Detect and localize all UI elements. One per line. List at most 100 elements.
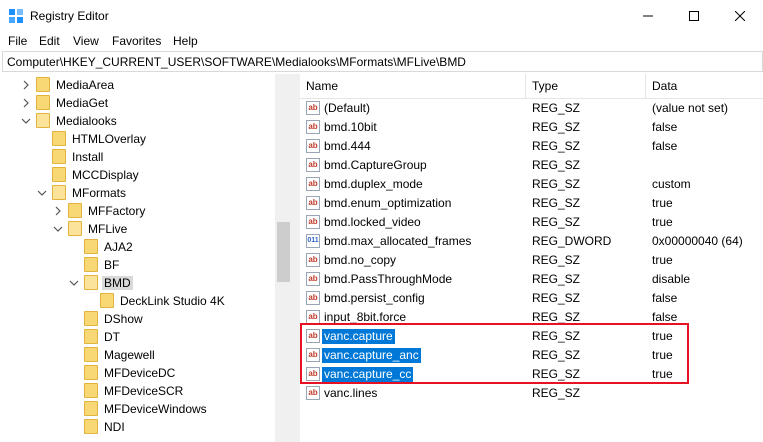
menu-edit[interactable]: Edit xyxy=(38,33,61,49)
menu-help[interactable]: Help xyxy=(172,33,199,49)
value-name: vanc.lines xyxy=(324,386,378,400)
value-type: REG_SZ xyxy=(532,101,581,115)
chevron-down-icon[interactable] xyxy=(52,223,64,235)
tree-item[interactable]: MFDeviceWindows xyxy=(0,400,275,418)
folder-icon xyxy=(52,167,66,182)
tree-item[interactable]: Magewell xyxy=(0,346,275,364)
tree-item[interactable]: MFFactory xyxy=(0,202,275,220)
folder-icon xyxy=(68,221,82,236)
value-row[interactable]: ab bmd.duplex_mode REG_SZ custom xyxy=(300,175,763,194)
column-type-label: Type xyxy=(532,79,559,93)
string-value-icon: ab xyxy=(306,215,320,229)
tree-item-label: Medialooks xyxy=(56,114,117,128)
close-button[interactable] xyxy=(717,0,763,31)
value-name: bmd.duplex_mode xyxy=(324,177,423,191)
value-type: REG_SZ xyxy=(532,291,581,305)
tree-item[interactable]: MFDeviceDC xyxy=(0,364,275,382)
tree-item-label: MFLive xyxy=(88,222,128,236)
chevron-right-icon[interactable] xyxy=(20,79,32,91)
folder-icon xyxy=(52,185,66,200)
tree-item[interactable]: MCCDisplay xyxy=(0,166,275,184)
menu-view[interactable]: View xyxy=(72,33,100,49)
chevron-down-icon[interactable] xyxy=(20,115,32,127)
tree-item[interactable]: MFLive xyxy=(0,220,275,238)
scrollbar-thumb[interactable] xyxy=(277,222,290,282)
tree-item[interactable]: MFormats xyxy=(0,184,275,202)
chevron-down-icon[interactable] xyxy=(36,187,48,199)
string-value-icon: ab xyxy=(306,253,320,267)
tree-item[interactable]: MediaGet xyxy=(0,94,275,112)
registry-editor-app-icon xyxy=(9,9,23,23)
tree-item[interactable]: DT xyxy=(0,328,275,346)
title-bar[interactable]: Registry Editor xyxy=(0,0,763,31)
column-header-data[interactable]: Data xyxy=(646,74,763,98)
value-type: REG_DWORD xyxy=(532,234,612,248)
pane-splitter[interactable] xyxy=(292,74,300,442)
column-header-name[interactable]: Name xyxy=(300,74,526,98)
value-row[interactable]: ab bmd.10bit REG_SZ false xyxy=(300,118,763,137)
value-row[interactable]: ab vanc.lines REG_SZ xyxy=(300,384,763,403)
key-tree[interactable]: MediaArea MediaGet Medialooks HTMLOverlay In… xyxy=(0,74,292,442)
tree-item[interactable]: NDI xyxy=(0,418,275,436)
value-type: REG_SZ xyxy=(532,215,581,229)
folder-icon xyxy=(84,365,98,380)
binary-value-icon: 011 xyxy=(306,234,320,248)
value-type: REG_SZ xyxy=(532,196,581,210)
tree-item[interactable]: BF xyxy=(0,256,275,274)
string-value-icon: ab xyxy=(306,101,320,115)
value-row[interactable]: ab bmd.no_copy REG_SZ true xyxy=(300,251,763,270)
menu-favorites[interactable]: Favorites xyxy=(111,33,162,49)
tree-item[interactable]: Install xyxy=(0,148,275,166)
tree-item-label: DeckLink Studio 4K xyxy=(120,294,225,308)
value-row[interactable]: ab bmd.persist_config REG_SZ false xyxy=(300,289,763,308)
tree-item[interactable]: MediaArea xyxy=(0,76,275,94)
folder-icon xyxy=(36,77,50,92)
value-row[interactable]: ab (Default) REG_SZ (value not set) xyxy=(300,99,763,118)
maximize-button[interactable] xyxy=(671,0,717,31)
tree-item-label: MFormats xyxy=(72,186,126,200)
column-header-type[interactable]: Type xyxy=(526,74,646,98)
value-name: bmd.max_allocated_frames xyxy=(324,234,472,248)
close-icon xyxy=(735,10,745,21)
tree-item[interactable]: BMD xyxy=(0,274,275,292)
address-bar[interactable]: Computer\HKEY_CURRENT_USER\SOFTWARE\Medi… xyxy=(2,51,763,72)
tree-item[interactable]: MFDeviceSCR xyxy=(0,382,275,400)
tree-item[interactable]: HTMLOverlay xyxy=(0,130,275,148)
chevron-down-icon[interactable] xyxy=(68,277,80,289)
value-row[interactable]: ab bmd.enum_optimization REG_SZ true xyxy=(300,194,763,213)
tree-item[interactable]: Medialooks xyxy=(0,112,275,130)
values-list[interactable]: Name Type Data ab (Default) REG_SZ (value n… xyxy=(300,74,763,442)
minimize-icon xyxy=(643,15,653,16)
value-row[interactable]: 011 bmd.max_allocated_frames REG_DWORD 0x00… xyxy=(300,232,763,251)
tree-item[interactable]: AJA2 xyxy=(0,238,275,256)
tree-item-label: MFFactory xyxy=(88,204,146,218)
chevron-right-icon[interactable] xyxy=(20,97,32,109)
string-value-icon: ab xyxy=(306,291,320,305)
tree-item[interactable]: DShow xyxy=(0,310,275,328)
value-row[interactable]: ab bmd.CaptureGroup REG_SZ xyxy=(300,156,763,175)
tree-item-label: MFDeviceDC xyxy=(104,366,176,380)
string-value-icon: ab xyxy=(306,120,320,134)
value-data: true xyxy=(652,215,673,229)
value-row[interactable]: ab bmd.locked_video REG_SZ true xyxy=(300,213,763,232)
address-path: Computer\HKEY_CURRENT_USER\SOFTWARE\Medi… xyxy=(7,55,466,69)
value-row[interactable]: ab bmd.444 REG_SZ false xyxy=(300,137,763,156)
tree-item-label: MediaGet xyxy=(56,96,109,110)
tree-scrollbar[interactable] xyxy=(275,74,292,442)
chevron-right-icon[interactable] xyxy=(52,205,64,217)
minimize-button[interactable] xyxy=(625,0,671,31)
value-data: false xyxy=(652,120,678,134)
tree-item-label: DT xyxy=(104,330,120,344)
menu-file[interactable]: File xyxy=(7,33,28,49)
folder-icon xyxy=(84,347,98,362)
tree-item[interactable]: DeckLink Studio 4K xyxy=(0,292,275,310)
tree-item-label: AJA2 xyxy=(104,240,133,254)
folder-icon xyxy=(84,383,98,398)
folder-icon xyxy=(84,311,98,326)
folder-icon xyxy=(52,131,66,146)
value-name: bmd.locked_video xyxy=(324,215,421,229)
value-data: true xyxy=(652,196,673,210)
value-name: bmd.444 xyxy=(324,139,371,153)
value-row[interactable]: ab bmd.PassThroughMode REG_SZ disable xyxy=(300,270,763,289)
value-type: REG_SZ xyxy=(532,120,581,134)
